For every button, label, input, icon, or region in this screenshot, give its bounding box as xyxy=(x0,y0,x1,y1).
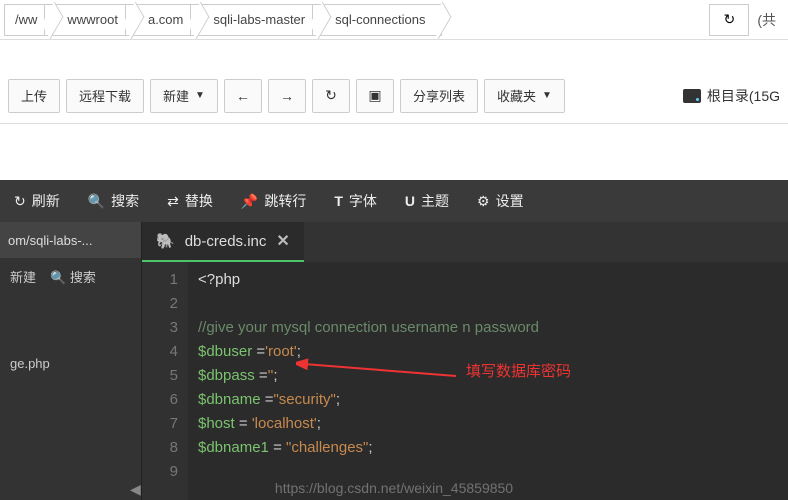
editor-refresh-button[interactable]: ↻刷新 xyxy=(0,180,74,222)
remote-download-button[interactable]: 远程下载 xyxy=(66,79,144,113)
font-icon: T xyxy=(334,193,343,209)
sidebar-file-item[interactable]: ge.php xyxy=(0,348,141,379)
root-dir-label: 根目录(15G xyxy=(683,86,780,106)
refresh-button[interactable]: ↻ xyxy=(312,79,350,113)
breadcrumb-item[interactable]: sqli-labs-master xyxy=(190,4,322,36)
editor-tabs: 🐘 db-creds.inc ✕ xyxy=(142,222,788,262)
breadcrumb-item[interactable]: sql-connections xyxy=(312,4,442,36)
disk-icon xyxy=(683,89,701,103)
collapse-sidebar-icon[interactable]: ◀ xyxy=(130,481,141,498)
editor-toolbar: ↻刷新 🔍搜索 ⇄替换 📌跳转行 T字体 U主题 ⚙设置 xyxy=(0,180,788,222)
editor-replace-button[interactable]: ⇄替换 xyxy=(153,180,227,222)
editor-goto-button[interactable]: 📌跳转行 xyxy=(227,180,320,222)
pin-icon: 📌 xyxy=(241,193,258,210)
upload-button[interactable]: 上传 xyxy=(8,79,60,113)
search-icon: 🔍 xyxy=(88,193,105,210)
sidebar-search-button[interactable]: 🔍 搜索 xyxy=(50,267,96,286)
editor-sidebar: om/sqli-labs-... 新建 🔍 搜索 ge.php xyxy=(0,222,142,500)
gear-icon: ⚙ xyxy=(477,193,490,210)
magnet-icon: U xyxy=(405,193,415,209)
forward-button[interactable]: → xyxy=(268,79,306,113)
editor-search-button[interactable]: 🔍搜索 xyxy=(74,180,153,222)
back-button[interactable]: ← xyxy=(224,79,262,113)
editor-area: ↻刷新 🔍搜索 ⇄替换 📌跳转行 T字体 U主题 ⚙设置 om/sqli-lab… xyxy=(0,180,788,500)
refresh-button[interactable]: ↻ xyxy=(709,4,749,36)
annotation-text: 填写数据库密码 xyxy=(466,360,571,384)
favorites-button[interactable]: 收藏夹▼ xyxy=(484,79,565,113)
line-gutter: 123456789 xyxy=(142,262,188,500)
terminal-button[interactable]: ▣ xyxy=(356,79,394,113)
sidebar-new-button[interactable]: 新建 xyxy=(10,267,36,286)
breadcrumb-extra: (共 xyxy=(749,10,784,30)
sidebar-path-tab[interactable]: om/sqli-labs-... xyxy=(0,222,141,258)
editor-main: 🐘 db-creds.inc ✕ 123456789 <?php //give … xyxy=(142,222,788,500)
editor-tab-active[interactable]: 🐘 db-creds.inc ✕ xyxy=(142,222,304,262)
editor-settings-button[interactable]: ⚙设置 xyxy=(463,180,538,222)
php-icon: 🐘 xyxy=(156,232,175,250)
watermark: https://blog.csdn.net/weixin_45859850 xyxy=(275,480,513,496)
close-icon[interactable]: ✕ xyxy=(276,231,289,251)
code-editor[interactable]: 123456789 <?php //give your mysql connec… xyxy=(142,262,788,500)
replace-icon: ⇄ xyxy=(167,193,179,210)
code-lines[interactable]: <?php //give your mysql connection usern… xyxy=(188,262,788,500)
share-list-button[interactable]: 分享列表 xyxy=(400,79,478,113)
editor-theme-button[interactable]: U主题 xyxy=(391,180,463,222)
new-button[interactable]: 新建▼ xyxy=(150,79,218,113)
editor-font-button[interactable]: T字体 xyxy=(320,180,391,222)
sidebar-tools: 新建 🔍 搜索 xyxy=(0,258,141,294)
file-toolbar: 上传 远程下载 新建▼ ← → ↻ ▣ 分享列表 收藏夹▼ 根目录(15G xyxy=(0,68,788,124)
refresh-icon: ↻ xyxy=(14,193,26,210)
search-icon: 🔍 xyxy=(50,270,66,285)
breadcrumb: /ww wwwroot a.com sqli-labs-master sql-c… xyxy=(0,0,788,40)
tab-filename: db-creds.inc xyxy=(185,233,267,250)
